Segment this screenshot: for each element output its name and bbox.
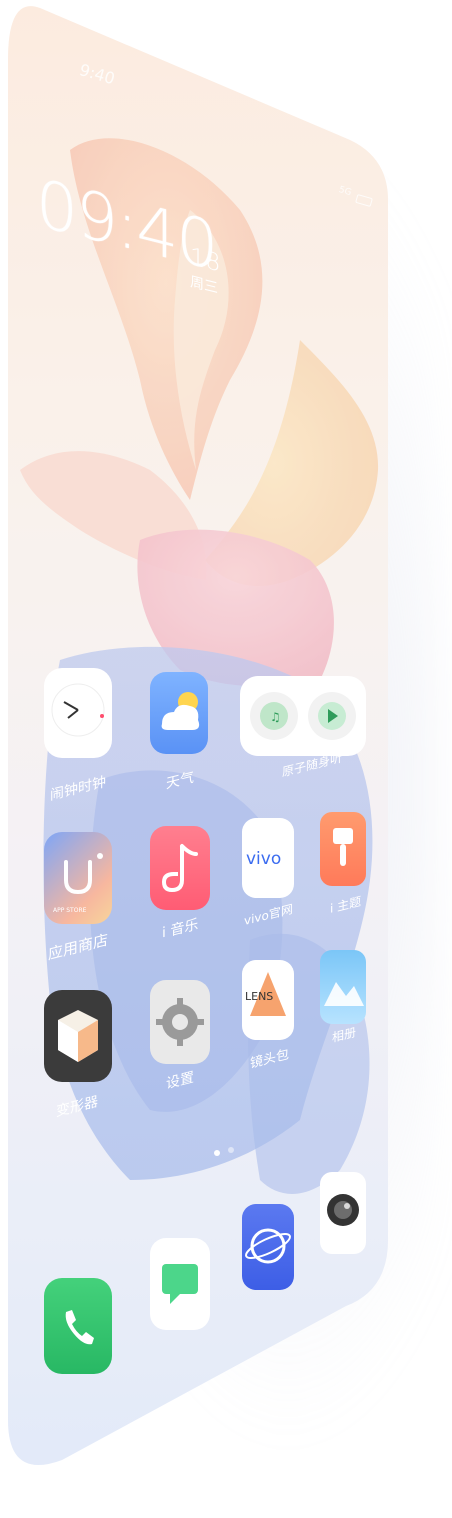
app-store-icon: APP STORE [53, 853, 103, 914]
vivo-logo-text: vivo [246, 849, 281, 869]
settings-app-icon[interactable] [150, 980, 210, 1064]
cube-icon [58, 1010, 98, 1062]
music-note-icon [161, 844, 198, 893]
clock-icon [51, 683, 105, 737]
messages-dock-icon[interactable] [150, 1238, 210, 1330]
gallery-app-icon[interactable] [320, 950, 366, 1024]
gallery-icon [324, 982, 364, 1006]
browser-icon [245, 1228, 291, 1264]
date-day: 18 [190, 242, 221, 278]
lens-logo-text: LENS [245, 990, 273, 1003]
transformer-app-icon[interactable] [44, 990, 112, 1082]
page-indicator-active [214, 1150, 220, 1156]
message-icon [162, 1264, 198, 1304]
theme-brush-icon [333, 828, 353, 866]
camera-dock-icon[interactable] [320, 1172, 366, 1254]
app-store-icon-tile[interactable]: APP STORE [44, 832, 112, 924]
browser-dock-icon[interactable] [242, 1204, 294, 1290]
music-widget-icon: ♫ [250, 692, 356, 740]
weather-app-icon[interactable] [150, 672, 208, 754]
phone-dock-icon[interactable] [44, 1278, 112, 1374]
clock-app-icon[interactable] [44, 668, 112, 758]
lens-icon: LENS [245, 972, 286, 1016]
music-widget[interactable]: ♫ [240, 676, 366, 756]
app-store-badge: APP STORE [53, 907, 87, 914]
theme-app-icon[interactable] [320, 812, 366, 886]
camera-icon [327, 1194, 359, 1226]
gear-icon [156, 998, 204, 1046]
vivo-icon: vivo [246, 849, 281, 869]
svg-text:♫: ♫ [270, 710, 281, 724]
music-app-icon[interactable] [150, 826, 210, 910]
weather-icon [161, 692, 200, 730]
page-indicator [228, 1147, 234, 1153]
phone-icon [65, 1310, 94, 1345]
phone-screen: 9:40 5G 09:40 18 周三 闹钟时钟 天气 ♫ 原子随身听 APP … [0, 0, 452, 1518]
lens-app-icon[interactable]: LENS [242, 960, 294, 1040]
phone-mockup-stage: 9:40 5G 09:40 18 周三 闹钟时钟 天气 ♫ 原子随身听 APP … [0, 0, 452, 1518]
vivo-app-icon[interactable]: vivo [242, 818, 294, 898]
